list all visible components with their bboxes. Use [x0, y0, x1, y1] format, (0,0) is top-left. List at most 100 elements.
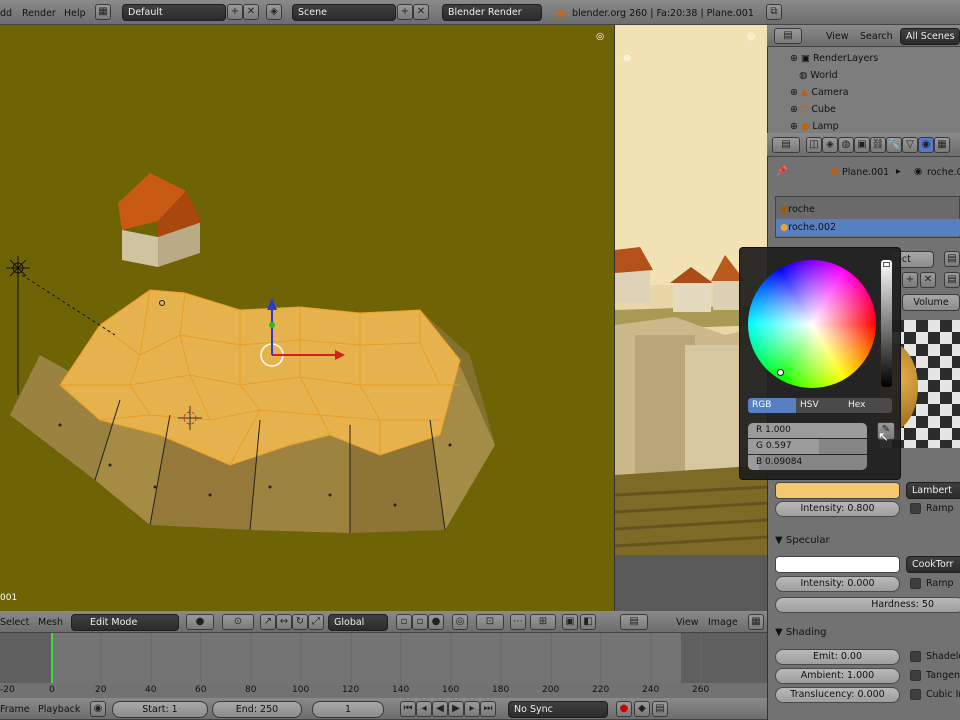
- outliner-view-menu[interactable]: View: [826, 31, 849, 42]
- diffuse-ramp-checkbox[interactable]: [910, 503, 921, 514]
- window-icon[interactable]: ⧉: [766, 4, 782, 20]
- breadcrumb-object[interactable]: Plane.001: [842, 167, 889, 178]
- menu-image[interactable]: Image: [708, 617, 738, 628]
- specular-shader-select[interactable]: CookTorr: [906, 556, 960, 573]
- keying-icon[interactable]: ◉: [90, 701, 106, 717]
- outliner-type-icon[interactable]: ▤: [774, 28, 802, 44]
- snap-element-icon[interactable]: ⋯: [510, 614, 526, 630]
- scene-icon[interactable]: ◈: [266, 4, 282, 20]
- jump-end-icon[interactable]: ⏭: [480, 701, 496, 717]
- emit-slider[interactable]: Emit: 0.00: [775, 649, 900, 665]
- outliner-filter-select[interactable]: All Scenes: [900, 28, 960, 45]
- shading-section-header[interactable]: ▼ Shading: [775, 627, 827, 638]
- manipulator-icon[interactable]: ↗: [260, 614, 276, 630]
- properties-type-icon[interactable]: ▤: [772, 137, 800, 153]
- scale-icon[interactable]: ⤢: [308, 614, 324, 630]
- tab-hsv[interactable]: HSV: [796, 398, 844, 413]
- render-corner-icon[interactable]: ◎: [747, 31, 755, 42]
- tab-hex[interactable]: Hex: [844, 398, 892, 413]
- color-wheel[interactable]: [748, 260, 876, 388]
- modifiers-tab-icon[interactable]: 🔧: [886, 137, 902, 153]
- render-tab-icon[interactable]: ◫: [806, 137, 822, 153]
- translate-icon[interactable]: ↔: [276, 614, 292, 630]
- camera-icon[interactable]: ◧: [580, 614, 596, 630]
- menu-view[interactable]: View: [676, 617, 699, 628]
- material-tab-icon[interactable]: ◉: [918, 137, 934, 153]
- specular-section-header[interactable]: ▼ Specular: [775, 535, 830, 546]
- outliner-item-renderlayers[interactable]: ⊕ ▣ RenderLayers: [790, 50, 878, 67]
- current-frame-field[interactable]: 1: [312, 701, 384, 718]
- editor-type-icon[interactable]: ▤: [620, 614, 648, 630]
- layer-icon-2[interactable]: ▫: [412, 614, 428, 630]
- orientation-select[interactable]: Global: [328, 614, 388, 631]
- jump-start-icon[interactable]: ⏮: [400, 701, 416, 717]
- hardness-slider[interactable]: Hardness: 50: [775, 597, 960, 613]
- color-wheel-cursor[interactable]: [777, 369, 784, 376]
- translucency-slider[interactable]: Translucency: 0.000: [775, 687, 900, 703]
- outliner-search-menu[interactable]: Search: [860, 31, 893, 42]
- value-slider[interactable]: [881, 260, 892, 387]
- scene-field[interactable]: Scene: [292, 4, 396, 21]
- layer-icon-3[interactable]: ●: [428, 614, 444, 630]
- data-tab-icon[interactable]: ▽: [902, 137, 918, 153]
- viewport-corner-icon[interactable]: ◎: [596, 31, 604, 42]
- menu-frame[interactable]: Frame: [0, 704, 30, 715]
- pin-icon[interactable]: 📌: [776, 166, 788, 177]
- world-tab-icon[interactable]: ◍: [838, 137, 854, 153]
- outliner-item-camera[interactable]: ⊕ ▲ Camera: [790, 84, 849, 101]
- viewport-shading-icon[interactable]: ●: [186, 614, 214, 630]
- specular-color-swatch[interactable]: [775, 556, 900, 573]
- red-slider[interactable]: R 1.000: [748, 423, 867, 438]
- snap-icon[interactable]: ⊡: [476, 614, 504, 630]
- record-icon[interactable]: ●: [616, 701, 632, 717]
- menu-select[interactable]: Select: [0, 617, 29, 628]
- remove-layout-icon[interactable]: ✕: [243, 4, 259, 20]
- assign-icon[interactable]: ▤: [944, 251, 960, 267]
- diffuse-color-swatch[interactable]: [775, 482, 900, 499]
- add-layout-icon[interactable]: +: [227, 4, 243, 20]
- pivot-icon[interactable]: ⊙: [222, 614, 254, 630]
- material-slot-selected[interactable]: ●roche.002: [776, 219, 960, 236]
- cubic-checkbox[interactable]: [910, 689, 921, 700]
- diffuse-shader-select[interactable]: Lambert: [906, 482, 960, 499]
- screen-layout-field[interactable]: Default: [122, 4, 226, 21]
- end-frame-field[interactable]: End: 250: [212, 701, 302, 718]
- diffuse-intensity-slider[interactable]: Intensity: 0.800: [775, 501, 900, 517]
- 3d-viewport[interactable]: ◎ 001: [0, 25, 614, 611]
- ambient-slider[interactable]: Ambient: 1.000: [775, 668, 900, 684]
- specular-ramp-checkbox[interactable]: [910, 578, 921, 589]
- color-picker-popup[interactable]: RGB HSV Hex R 1.000 G 0.597 B 0.09084 ✎: [739, 247, 901, 480]
- menu-mesh[interactable]: Mesh: [38, 617, 63, 628]
- breadcrumb-material[interactable]: roche.0: [927, 167, 960, 178]
- outliner-item-world[interactable]: ◍ World: [790, 67, 838, 84]
- browse-material-icon[interactable]: ▤: [944, 272, 960, 288]
- remove-scene-icon[interactable]: ✕: [413, 4, 429, 20]
- render-engine-select[interactable]: Blender Render: [442, 4, 542, 21]
- keyframe-icon[interactable]: ◆: [634, 701, 650, 717]
- rotate-icon[interactable]: ↻: [292, 614, 308, 630]
- menu-help[interactable]: Help: [64, 8, 86, 19]
- constraints-tab-icon[interactable]: ⛓: [870, 137, 886, 153]
- sync-select[interactable]: No Sync: [508, 701, 608, 718]
- prev-key-icon[interactable]: ◂: [416, 701, 432, 717]
- delete-material-icon[interactable]: ✕: [920, 272, 936, 288]
- tangent-checkbox[interactable]: [910, 670, 921, 681]
- image-browse-icon[interactable]: ▦: [748, 614, 764, 630]
- outliner-item-cube[interactable]: ⊕ ▽ Cube: [790, 101, 836, 118]
- texture-tab-icon[interactable]: ▦: [934, 137, 950, 153]
- layer-icon-1[interactable]: ▫: [396, 614, 412, 630]
- mode-select[interactable]: Edit Mode: [71, 614, 179, 631]
- blue-slider[interactable]: B 0.09084: [748, 455, 867, 470]
- shadeless-checkbox[interactable]: [910, 651, 921, 662]
- render-preview-icon[interactable]: ▣: [562, 614, 578, 630]
- proportional-icon[interactable]: ◎: [452, 614, 468, 630]
- add-material-icon[interactable]: +: [902, 272, 918, 288]
- menu-playback[interactable]: Playback: [38, 704, 80, 715]
- menu-dd[interactable]: dd: [0, 8, 12, 19]
- scene-tab-icon[interactable]: ◈: [822, 137, 838, 153]
- snap-target-icon[interactable]: ⊞: [530, 614, 556, 630]
- start-frame-field[interactable]: Start: 1: [112, 701, 208, 718]
- timeline[interactable]: [0, 633, 767, 683]
- next-key-icon[interactable]: ▸: [464, 701, 480, 717]
- add-scene-icon[interactable]: +: [397, 4, 413, 20]
